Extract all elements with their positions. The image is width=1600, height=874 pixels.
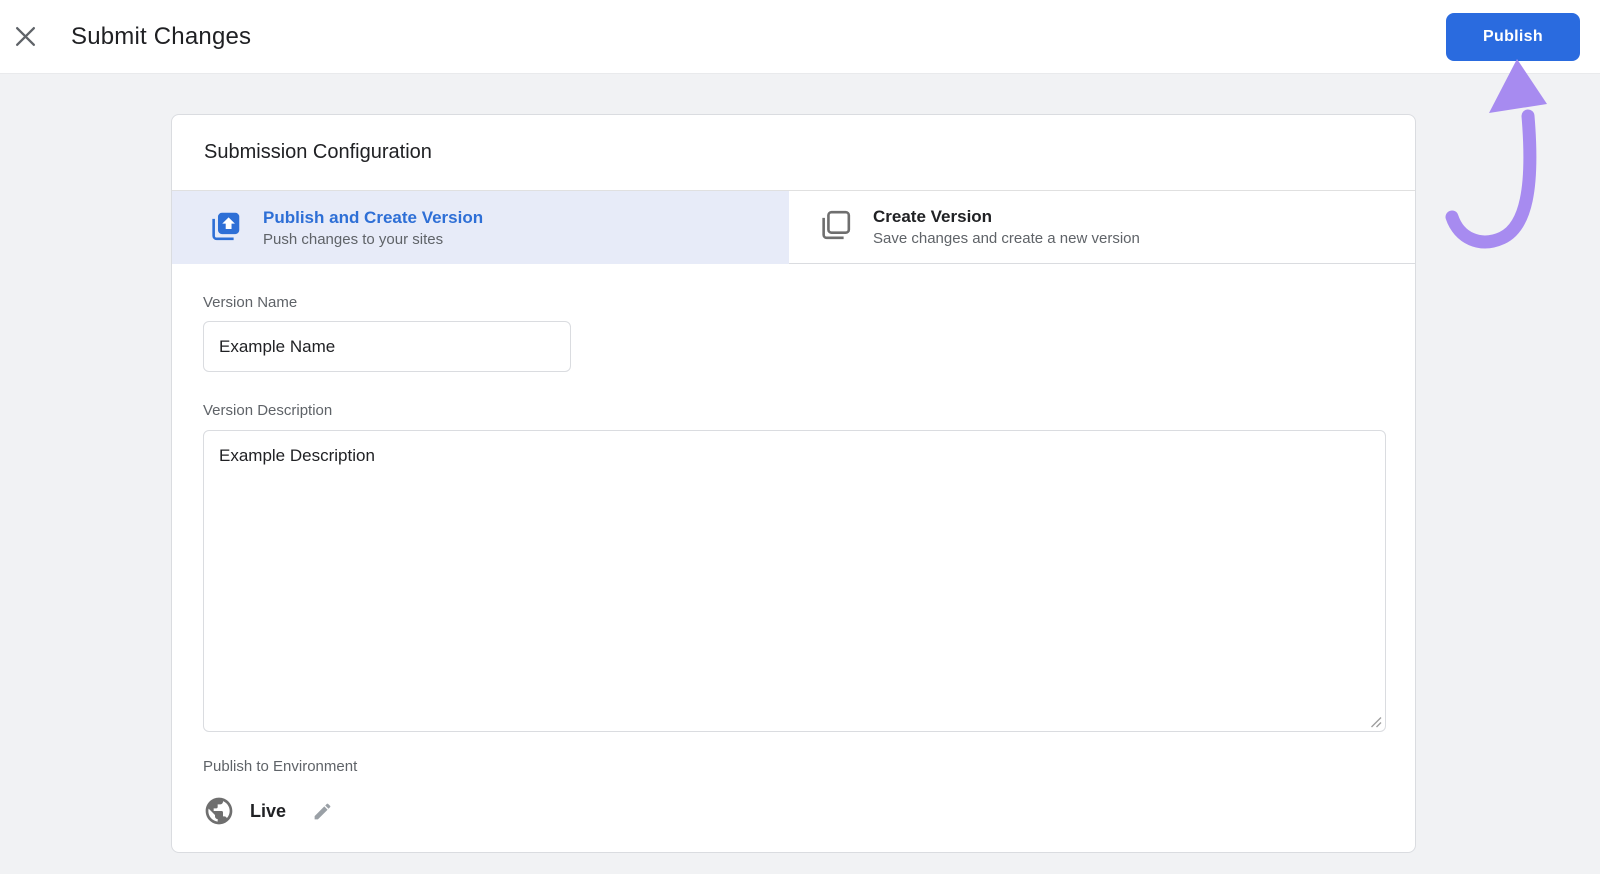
arrow-tail bbox=[1452, 116, 1530, 242]
submission-type-tabs: Publish and Create Version Push changes … bbox=[172, 191, 1415, 264]
card-content: Version Name Version Description Example… bbox=[172, 294, 1415, 827]
card-header: Submission Configuration bbox=[172, 115, 1415, 191]
topbar: Submit Changes Publish bbox=[0, 0, 1600, 74]
tab-title: Publish and Create Version bbox=[263, 208, 483, 227]
environment-name: Live bbox=[250, 801, 286, 822]
page-title: Submit Changes bbox=[71, 23, 251, 51]
pencil-edit-icon bbox=[312, 801, 333, 822]
edit-environment-button[interactable] bbox=[311, 800, 333, 822]
globe-icon bbox=[203, 795, 235, 827]
resize-handle-icon[interactable] bbox=[1369, 715, 1382, 728]
tab-title: Create Version bbox=[873, 207, 1140, 226]
version-description-label: Version Description bbox=[203, 402, 1384, 420]
tab-text: Create Version Save changes and create a… bbox=[873, 207, 1140, 247]
environment-row: Live bbox=[203, 795, 1384, 827]
publish-to-environment-label: Publish to Environment bbox=[203, 758, 1384, 776]
version-name-label: Version Name bbox=[203, 294, 1384, 312]
stacked-pages-icon bbox=[818, 208, 851, 246]
version-description-wrap: Example Description bbox=[203, 430, 1386, 732]
tab-text: Publish and Create Version Push changes … bbox=[263, 208, 483, 248]
close-icon bbox=[14, 25, 37, 48]
submission-configuration-card: Submission Configuration Publish and Cre… bbox=[171, 114, 1416, 853]
publish-upload-icon bbox=[208, 209, 241, 247]
version-description-textarea[interactable]: Example Description bbox=[203, 430, 1386, 732]
tab-subtitle: Save changes and create a new version bbox=[873, 230, 1140, 247]
tab-create-version[interactable]: Create Version Save changes and create a… bbox=[789, 191, 1415, 264]
version-name-input[interactable] bbox=[203, 321, 571, 372]
card-header-title: Submission Configuration bbox=[204, 141, 432, 164]
publish-button[interactable]: Publish bbox=[1446, 13, 1580, 61]
tab-subtitle: Push changes to your sites bbox=[263, 231, 483, 248]
close-button[interactable] bbox=[12, 24, 38, 50]
tab-publish-and-create-version[interactable]: Publish and Create Version Push changes … bbox=[172, 191, 789, 264]
